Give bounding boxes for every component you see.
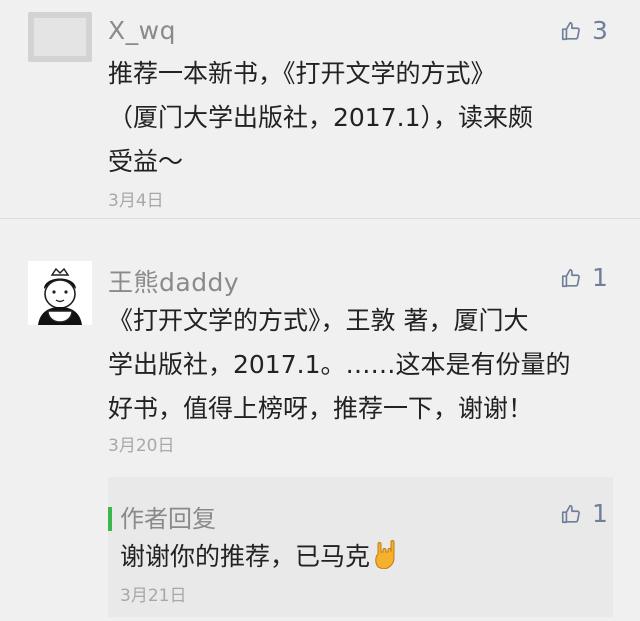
like-button[interactable]: 1 [560,263,608,292]
comment-text-line: 《打开文学的方式》，王敦 著，厦门大 [108,306,529,335]
like-button[interactable]: 3 [560,16,608,45]
thumbs-up-icon [561,21,580,40]
like-button[interactable]: 1 [560,499,608,528]
comment-nickname[interactable]: X_wq [108,16,176,45]
like-count: 1 [592,263,608,292]
comment-text-line: 推荐一本新书，《打开文学的方式》 [108,59,496,88]
reply-text: 谢谢你的推荐，已马克 [120,537,400,575]
comment-date: 3月20日 [108,436,175,456]
avatar[interactable] [28,12,92,62]
cartoon-avatar-icon [28,261,92,325]
thumbs-up-icon [561,504,580,523]
comment-card: X_wq 3 推荐一本新书，《打开文学的方式》 （厦门大学出版社，2017.1）… [0,0,640,218]
comment-text-line: 好书，值得上榜呀，推荐一下，谢谢！ [108,394,534,423]
reply-accent-bar [108,507,112,531]
like-count: 1 [592,499,608,528]
reply-date: 3月21日 [120,586,187,606]
rock-hand-icon [370,539,400,575]
comment-nickname[interactable]: 王熊daddy [108,263,239,299]
comment-text-line: （厦门大学出版社，2017.1），读来颇 [108,103,533,132]
comment-date: 3月4日 [108,191,164,211]
thumbs-up-icon [561,268,580,287]
comment-text: 《打开文学的方式》，王敦 著，厦门大 学出版社，2017.1。……这本是有份量的… [108,299,608,431]
comment-text-line: 受益～ [108,147,184,176]
comment-text: 推荐一本新书，《打开文学的方式》 （厦门大学出版社，2017.1），读来颇 受益… [108,52,608,184]
avatar[interactable] [28,261,92,325]
comment-card: 王熊daddy 1 《打开文学的方式》，王敦 著，厦门大 学出版社，2017.1… [0,219,640,621]
reply-text-content: 谢谢你的推荐，已马克 [120,542,371,571]
reply-author-label: 作者回复 [120,505,216,533]
comment-text-line: 学出版社，2017.1。……这本是有份量的 [108,350,571,379]
author-reply: 作者回复 1 谢谢你的推荐，已马克 3月21日 [108,477,613,617]
like-count: 3 [592,16,608,45]
